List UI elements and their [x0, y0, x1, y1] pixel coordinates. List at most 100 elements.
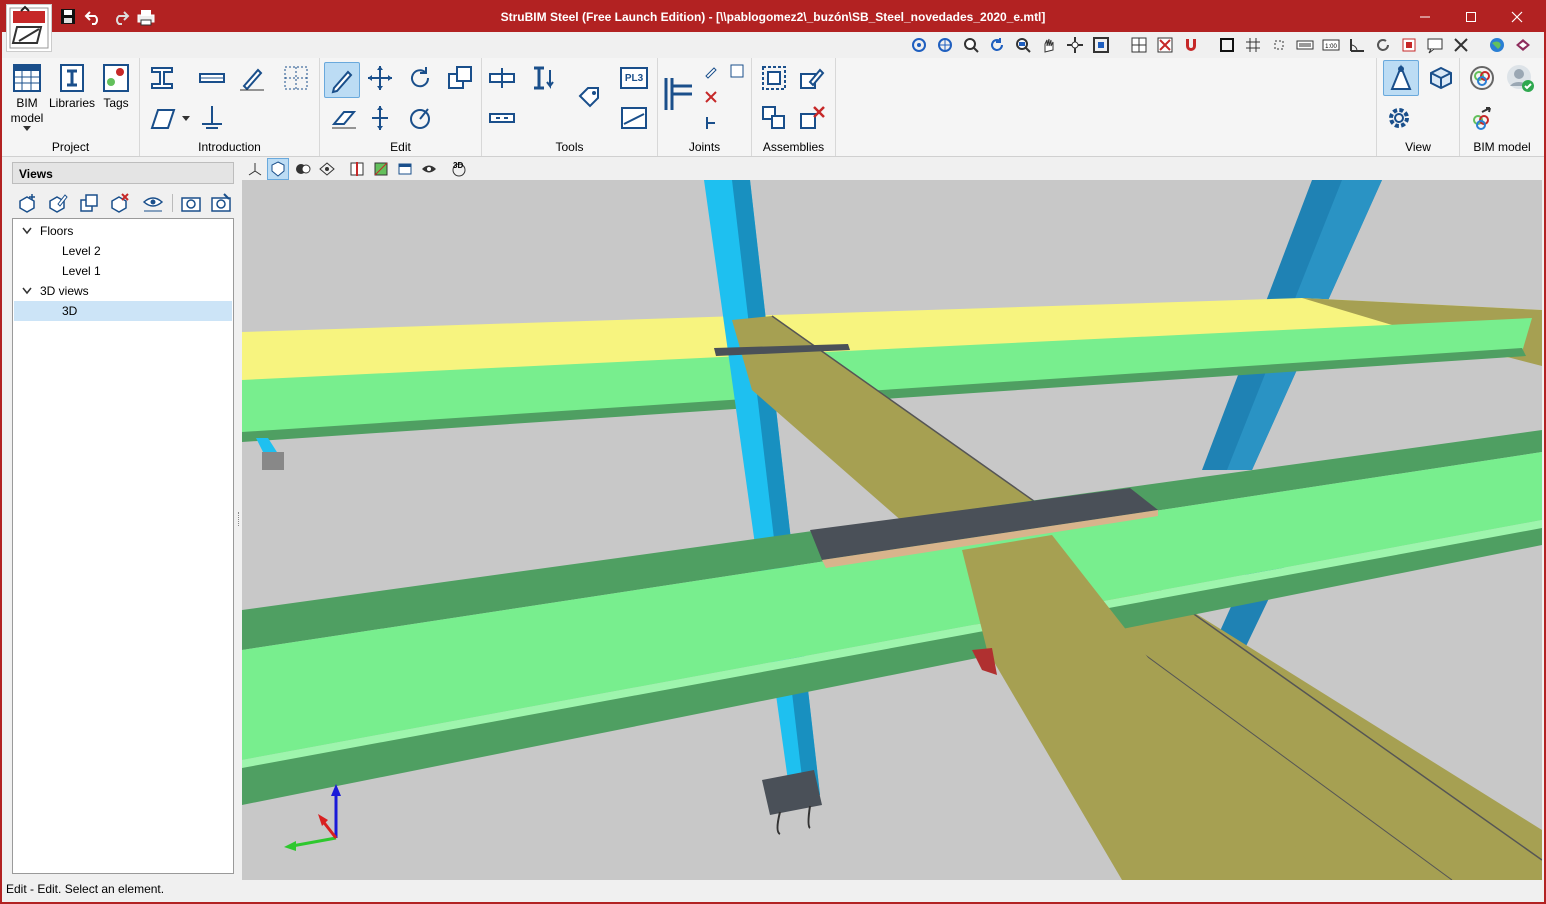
orbit-icon[interactable]	[910, 36, 928, 54]
assembly-add-button[interactable]	[758, 102, 790, 134]
copy-tool-button[interactable]	[444, 62, 476, 94]
magnet-icon[interactable]	[1182, 36, 1200, 54]
hand-pan-icon[interactable]	[1040, 36, 1058, 54]
dropdown-arrow-icon[interactable]	[23, 126, 31, 131]
window-view-icon[interactable]	[396, 160, 414, 178]
snap-points-icon[interactable]	[1156, 36, 1174, 54]
app-logo-icon[interactable]	[6, 4, 52, 52]
zoom-extents-icon[interactable]	[1092, 36, 1110, 54]
section-plane-icon[interactable]	[348, 160, 366, 178]
minimize-button[interactable]	[1402, 2, 1448, 32]
assembly-delete-button[interactable]	[796, 102, 828, 134]
move-tool-button[interactable]	[364, 62, 396, 94]
erase-tool-button[interactable]	[328, 102, 360, 134]
rotate-3d-tool-button[interactable]	[404, 102, 436, 134]
zoom-icon[interactable]	[962, 36, 980, 54]
base-plate[interactable]	[762, 770, 822, 815]
maximize-button[interactable]	[1448, 2, 1494, 32]
copy-view-icon[interactable]	[78, 192, 100, 214]
libraries-button[interactable]: Libraries	[48, 62, 96, 111]
snap-grid-icon[interactable]	[1130, 36, 1148, 54]
assembly-edit-button[interactable]	[796, 62, 828, 94]
tree-node-3d-views[interactable]: 3D views	[14, 281, 232, 301]
column-tool-button[interactable]	[146, 62, 178, 94]
assembly-create-button[interactable]	[758, 62, 790, 94]
anchor-bolts-upper[interactable]	[262, 452, 284, 470]
bim-user-button[interactable]	[1504, 62, 1536, 94]
tag-tool-button[interactable]	[574, 82, 606, 114]
comment-icon[interactable]	[1426, 36, 1444, 54]
tree-node-level-2[interactable]: Level 2	[14, 241, 232, 261]
joint-copy-button[interactable]	[700, 112, 722, 134]
plate-tool-button[interactable]	[146, 102, 178, 134]
keyboard-icon[interactable]	[1296, 36, 1314, 54]
layers-icon[interactable]	[1400, 36, 1418, 54]
eye-view-icon[interactable]	[142, 192, 164, 214]
perspective-icon[interactable]	[318, 160, 336, 178]
3d-model-canvas[interactable]	[242, 180, 1542, 880]
pan-view-icon[interactable]	[936, 36, 954, 54]
drawing-tool-button[interactable]	[618, 102, 650, 134]
stretch-tool-button[interactable]	[364, 102, 396, 134]
book-icon[interactable]	[1514, 36, 1532, 54]
beam-tool-button[interactable]	[196, 62, 228, 94]
brace-tool-button[interactable]	[236, 62, 268, 94]
render-mode-icon[interactable]	[294, 160, 312, 178]
bim-export-icon	[1473, 107, 1491, 130]
scale-icon[interactable]: 1:00	[1322, 36, 1340, 54]
chevron-down-icon[interactable]	[22, 227, 32, 235]
views-panel: Views Floors Level 2 Level 1 3D views 3D	[12, 162, 234, 874]
split-tool-button[interactable]	[486, 62, 518, 94]
plate-dropdown-icon[interactable]	[182, 116, 190, 121]
angle-icon[interactable]	[1348, 36, 1366, 54]
bim-update-button[interactable]	[1466, 62, 1498, 94]
camera-icon[interactable]	[180, 192, 202, 214]
dots-grid-icon[interactable]	[1270, 36, 1288, 54]
joint-delete-button[interactable]	[700, 86, 722, 108]
edit-tool-button[interactable]	[324, 62, 360, 98]
pl3-tool-button[interactable]: PL3	[618, 62, 650, 94]
ribbon-group-label-assemblies: Assemblies	[762, 140, 825, 154]
grid-icon[interactable]	[1244, 36, 1262, 54]
bim-export-button[interactable]	[1466, 102, 1498, 134]
tools-icon[interactable]	[1452, 36, 1470, 54]
base-plate-tool-button[interactable]	[196, 102, 228, 134]
view-settings-button[interactable]	[1383, 102, 1415, 134]
tree-node-3d[interactable]: 3D	[14, 301, 232, 321]
chevron-down-icon[interactable]	[22, 287, 32, 295]
delete-view-icon[interactable]	[108, 192, 130, 214]
camera-settings-icon[interactable]	[210, 192, 232, 214]
split-icon	[489, 68, 515, 88]
rotate-tool-button[interactable]	[404, 62, 436, 94]
new-view-icon[interactable]	[16, 192, 38, 214]
3d-viewport[interactable]	[242, 180, 1542, 880]
select-box-icon[interactable]	[1218, 36, 1236, 54]
edit-view-icon[interactable]	[46, 192, 68, 214]
tree-node-level-1[interactable]: Level 1	[14, 261, 232, 281]
grid-tool-button[interactable]	[280, 62, 312, 94]
joint-tool-button[interactable]	[662, 78, 694, 110]
zoom-window-icon[interactable]	[1014, 36, 1032, 54]
join-tool-button[interactable]	[486, 102, 518, 134]
extend-tool-button[interactable]	[526, 62, 558, 94]
rotate-icon[interactable]	[1374, 36, 1392, 54]
tags-button[interactable]: Tags	[98, 62, 134, 111]
minimize-icon	[1420, 16, 1430, 18]
refresh-view-icon[interactable]	[988, 36, 1006, 54]
hide-eye-icon[interactable]	[420, 160, 438, 178]
close-button[interactable]	[1494, 2, 1540, 32]
tree-node-floors[interactable]: Floors	[14, 221, 232, 241]
shaded-view-button[interactable]	[267, 158, 289, 180]
globe-icon[interactable]	[1488, 36, 1506, 54]
libraries-label: Libraries	[48, 96, 96, 110]
clip-box-icon[interactable]	[372, 160, 390, 178]
joint-new-button[interactable]	[726, 60, 748, 82]
panel-splitter-handle[interactable]	[238, 512, 241, 526]
bim-model-button[interactable]: BIM model	[8, 62, 46, 131]
cube-view-button[interactable]	[1425, 62, 1457, 94]
visibility-button[interactable]	[1383, 60, 1419, 96]
joint-edit-button[interactable]	[700, 60, 722, 82]
move-view-icon[interactable]	[1066, 36, 1084, 54]
axes-icon[interactable]	[246, 160, 264, 178]
circle-arrow-icon	[410, 108, 430, 129]
